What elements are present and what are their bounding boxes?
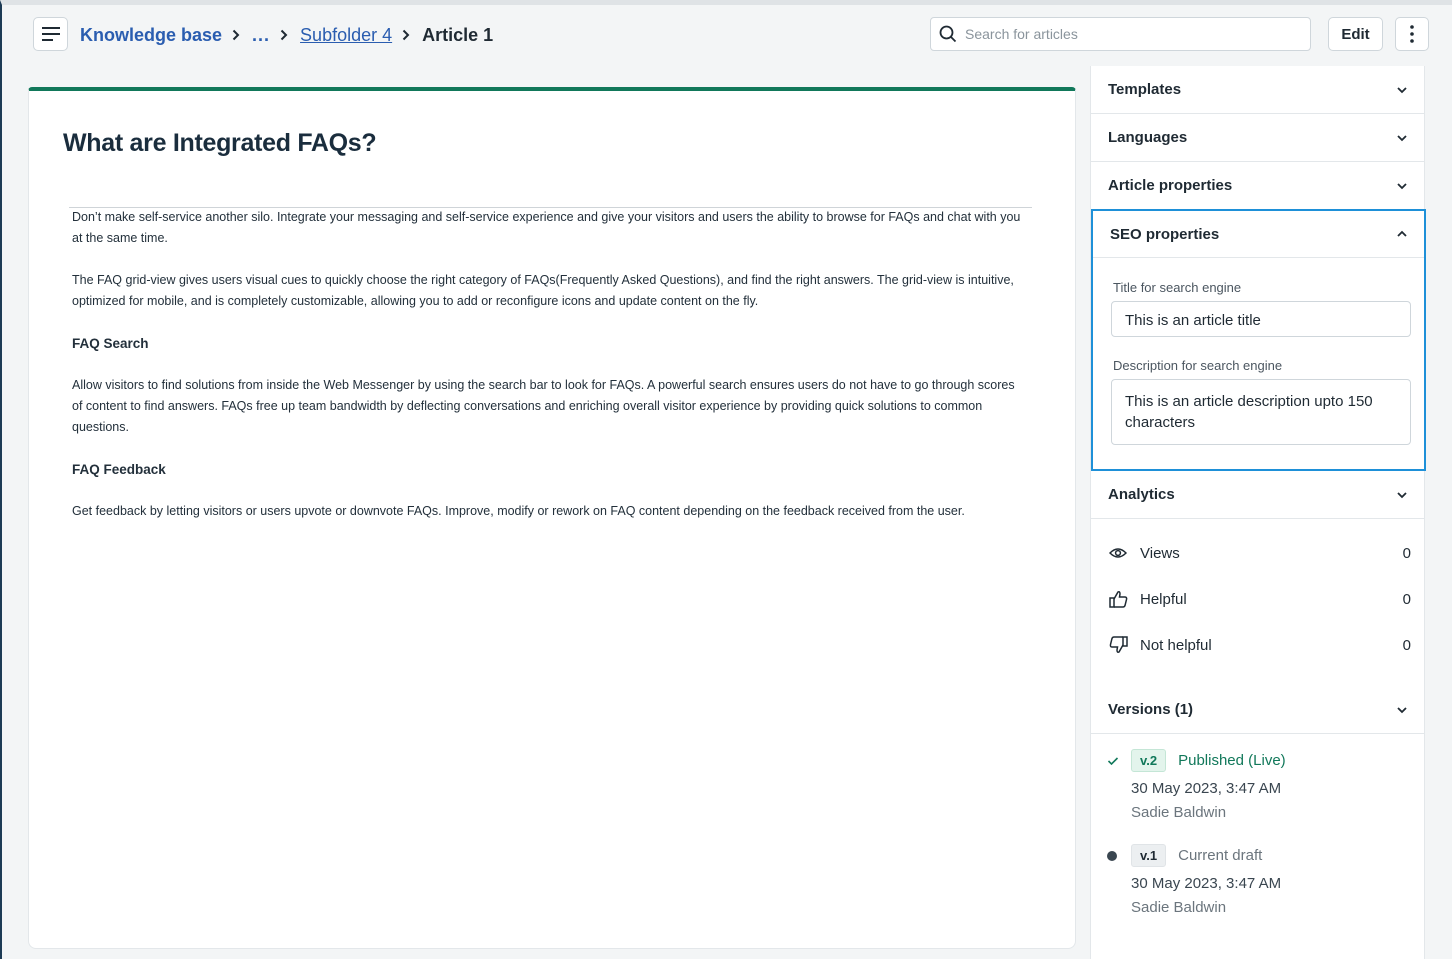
seo-properties-panel: SEO properties Title for search engine T…	[1091, 209, 1426, 471]
dot-icon	[1107, 850, 1131, 862]
version-status: Current draft	[1178, 847, 1263, 864]
top-header: Knowledge base ... Subfolder 4 Article 1…	[2, 5, 1452, 67]
version-item-v1[interactable]: v.1 Current draft 30 May 2023, 3:47 AM S…	[1107, 843, 1407, 920]
seo-title-label: Title for search engine	[1113, 280, 1242, 295]
article-title: What are Integrated FAQs?	[63, 129, 377, 157]
version-date: 30 May 2023, 3:47 AM	[1131, 875, 1282, 892]
chevron-up-icon	[1397, 230, 1407, 237]
breadcrumb-ellipsis[interactable]: ...	[252, 25, 270, 46]
templates-section-header[interactable]: Templates	[1091, 66, 1424, 114]
helpful-label: Helpful	[1140, 590, 1187, 608]
seo-title-input[interactable]: This is an article title	[1111, 301, 1411, 337]
version-badge: v.1	[1131, 844, 1167, 867]
chevron-right-icon	[402, 29, 410, 41]
analytics-section-header[interactable]: Analytics	[1091, 471, 1424, 519]
versions-section-title: Versions (1)	[1108, 701, 1194, 718]
article-properties-section-title: Article properties	[1108, 177, 1233, 194]
breadcrumb: Knowledge base ... Subfolder 4 Article 1	[80, 23, 493, 47]
article-card: What are Integrated FAQs? Don’t make sel…	[28, 87, 1076, 949]
analytics-helpful-row: Helpful 0	[1109, 587, 1411, 611]
search-box[interactable]	[930, 17, 1311, 51]
article-body: Don’t make self-service another silo. In…	[72, 207, 1022, 543]
analytics-views-row: Views 0	[1109, 541, 1411, 565]
helpful-value: 0	[1402, 590, 1411, 608]
thumbs-down-icon	[1109, 636, 1131, 654]
eye-icon	[1109, 547, 1131, 559]
check-icon	[1107, 756, 1131, 766]
chevron-right-icon	[280, 29, 288, 41]
languages-section-title: Languages	[1108, 129, 1188, 146]
article-subheading: FAQ Feedback	[72, 462, 166, 477]
breadcrumb-root-link[interactable]: Knowledge base	[80, 25, 222, 46]
article-paragraph: Don’t make self-service another silo. In…	[72, 210, 1021, 245]
seo-description-input[interactable]: This is an article description upto 150 …	[1111, 379, 1411, 445]
version-author: Sadie Baldwin	[1131, 804, 1227, 821]
views-value: 0	[1402, 544, 1411, 562]
version-badge: v.2	[1131, 749, 1167, 772]
version-author: Sadie Baldwin	[1131, 899, 1227, 916]
chevron-down-icon	[1397, 86, 1407, 93]
seo-section-header[interactable]: SEO properties	[1093, 211, 1424, 258]
chevron-down-icon	[1397, 134, 1407, 141]
version-date: 30 May 2023, 3:47 AM	[1131, 780, 1282, 797]
more-options-button[interactable]	[1395, 17, 1429, 51]
views-label: Views	[1140, 544, 1180, 562]
menu-icon	[41, 27, 60, 41]
breadcrumb-current: Article 1	[422, 24, 494, 45]
seo-description-label: Description for search engine	[1113, 358, 1283, 373]
analytics-section-title: Analytics	[1108, 486, 1175, 503]
not-helpful-value: 0	[1402, 636, 1411, 654]
not-helpful-label: Not helpful	[1140, 636, 1212, 654]
article-properties-section-header[interactable]: Article properties	[1091, 162, 1424, 210]
article-subheading: FAQ Search	[72, 336, 149, 351]
languages-section-header[interactable]: Languages	[1091, 114, 1424, 162]
templates-section-title: Templates	[1108, 81, 1182, 98]
article-paragraph: The FAQ grid-view gives users visual cue…	[72, 273, 1014, 308]
seo-section-title: SEO properties	[1110, 225, 1220, 243]
breadcrumb-subfolder-link[interactable]: Subfolder 4	[300, 25, 392, 46]
thumbs-up-icon	[1109, 590, 1131, 608]
properties-sidebar: Templates Languages Article properties S…	[1090, 66, 1426, 959]
search-icon	[939, 25, 957, 43]
chevron-right-icon	[232, 29, 240, 41]
article-paragraph: Get feedback by letting visitors or user…	[72, 504, 965, 518]
analytics-not-helpful-row: Not helpful 0	[1109, 633, 1411, 657]
version-status: Published (Live)	[1178, 752, 1286, 769]
edit-button[interactable]: Edit	[1328, 17, 1383, 51]
chevron-down-icon	[1397, 182, 1407, 189]
chevron-down-icon	[1397, 491, 1407, 498]
chevron-down-icon	[1397, 706, 1407, 713]
versions-section-header[interactable]: Versions (1)	[1091, 686, 1424, 734]
version-item-v2[interactable]: v.2 Published (Live) 30 May 2023, 3:47 A…	[1107, 748, 1407, 825]
article-paragraph: Allow visitors to find solutions from in…	[72, 378, 1015, 434]
more-vertical-icon	[1410, 25, 1414, 43]
search-input[interactable]	[965, 26, 1285, 42]
menu-button[interactable]	[33, 17, 68, 51]
